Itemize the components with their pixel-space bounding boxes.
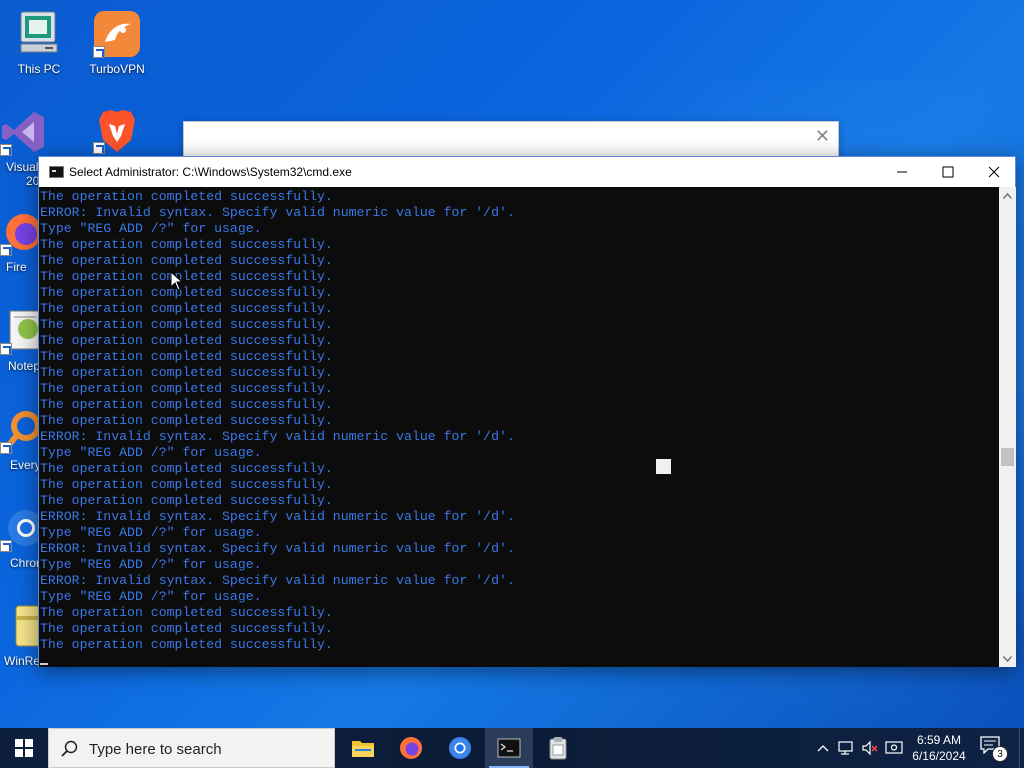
desktop-icon-turbovpn[interactable]: TurboVPN bbox=[79, 6, 155, 94]
chevron-up-icon bbox=[817, 745, 829, 752]
console-line: Type "REG ADD /?" for usage. bbox=[40, 589, 262, 604]
firefox-icon bbox=[400, 737, 422, 759]
show-desktop-button[interactable] bbox=[1019, 728, 1024, 768]
console-line: The operation completed successfully. bbox=[40, 461, 333, 476]
console-line: ERROR: Invalid syntax. Specify valid num… bbox=[40, 541, 515, 556]
shortcut-arrow-icon bbox=[0, 540, 12, 552]
taskbar-file-explorer[interactable] bbox=[339, 728, 387, 768]
shortcut-arrow-icon bbox=[0, 144, 12, 156]
console-line: ERROR: Invalid syntax. Specify valid num… bbox=[40, 509, 515, 524]
shortcut-arrow-icon bbox=[93, 46, 105, 58]
desktop: This PC TurboVPN Visual 20 Fire Notep Ev… bbox=[0, 0, 1024, 728]
display-settings-icon bbox=[885, 741, 903, 754]
shortcut-arrow-icon bbox=[0, 244, 12, 256]
desktop-icon-label: This PC bbox=[17, 62, 61, 76]
cmd-app-icon bbox=[49, 166, 64, 178]
tray-display[interactable] bbox=[884, 728, 904, 768]
background-window[interactable]: ✕ bbox=[183, 121, 839, 161]
clock-time: 6:59 AM bbox=[916, 733, 962, 747]
console-line: The operation completed successfully. bbox=[40, 621, 333, 636]
close-button[interactable] bbox=[971, 157, 1017, 187]
console-line: The operation completed successfully. bbox=[40, 317, 333, 332]
close-icon[interactable]: ✕ bbox=[815, 126, 830, 147]
console-line: The operation completed successfully. bbox=[40, 605, 333, 620]
cmd-titlebar[interactable]: Select Administrator: C:\Windows\System3… bbox=[39, 157, 1015, 187]
desktop-icon-this-pc[interactable]: This PC bbox=[1, 6, 77, 94]
console-line: The operation completed successfully. bbox=[40, 253, 333, 268]
console-line: Type "REG ADD /?" for usage. bbox=[40, 445, 262, 460]
scroll-up-button[interactable] bbox=[999, 187, 1016, 204]
windows-logo-icon bbox=[15, 739, 33, 757]
vertical-scrollbar[interactable] bbox=[999, 187, 1016, 667]
console-line: The operation completed successfully. bbox=[40, 637, 333, 652]
console-output[interactable]: The operation completed successfully. ERR… bbox=[39, 187, 999, 667]
taskbar: Type here to search 6:59 AM 6/16/2024 3 bbox=[0, 728, 1024, 768]
taskbar-clock[interactable]: 6:59 AM 6/16/2024 bbox=[906, 732, 972, 764]
console-line: Type "REG ADD /?" for usage. bbox=[40, 525, 262, 540]
clock-date: 6/16/2024 bbox=[912, 749, 966, 763]
console-line: Type "REG ADD /?" for usage. bbox=[40, 221, 262, 236]
chevron-down-icon bbox=[1003, 655, 1012, 662]
console-line: The operation completed successfully. bbox=[40, 237, 333, 252]
this-pc-icon bbox=[15, 10, 63, 58]
window-title: Select Administrator: C:\Windows\System3… bbox=[69, 165, 352, 179]
taskbar-chrome[interactable] bbox=[436, 728, 484, 768]
tray-volume[interactable] bbox=[860, 728, 880, 768]
chrome-icon bbox=[449, 737, 471, 759]
console-line: The operation completed successfully. bbox=[40, 365, 333, 380]
console-line: Type "REG ADD /?" for usage. bbox=[40, 557, 262, 572]
cmd-icon bbox=[497, 738, 521, 758]
notification-count-badge: 3 bbox=[992, 746, 1008, 762]
desktop-icon-label: TurboVPN bbox=[89, 62, 145, 76]
console-line: The operation completed successfully. bbox=[40, 333, 333, 348]
volume-muted-icon bbox=[862, 740, 878, 756]
action-center-button[interactable]: 3 bbox=[980, 736, 1008, 762]
shortcut-arrow-icon bbox=[0, 343, 12, 355]
tray-network[interactable] bbox=[836, 728, 856, 768]
maximize-icon bbox=[942, 166, 954, 178]
search-placeholder: Type here to search bbox=[89, 741, 222, 758]
text-cursor bbox=[40, 663, 48, 665]
start-button[interactable] bbox=[0, 728, 48, 768]
console-line: The operation completed successfully. bbox=[40, 269, 333, 284]
show-hidden-icons-button[interactable] bbox=[814, 728, 832, 768]
console-line: The operation completed successfully. bbox=[40, 285, 333, 300]
console-line: The operation completed successfully. bbox=[40, 477, 333, 492]
console-line: The operation completed successfully. bbox=[40, 397, 333, 412]
console-line: ERROR: Invalid syntax. Specify valid num… bbox=[40, 573, 515, 588]
selection-marker bbox=[656, 459, 671, 474]
minimize-button[interactable] bbox=[879, 157, 925, 187]
visual-studio-icon bbox=[0, 108, 48, 156]
cmd-window[interactable]: Select Administrator: C:\Windows\System3… bbox=[38, 156, 1016, 667]
taskbar-cmd[interactable] bbox=[485, 728, 533, 768]
shortcut-arrow-icon bbox=[0, 442, 12, 454]
close-icon bbox=[988, 166, 1000, 178]
console-line: The operation completed successfully. bbox=[40, 413, 333, 428]
console-line: ERROR: Invalid syntax. Specify valid num… bbox=[40, 429, 515, 444]
turbovpn-icon bbox=[93, 10, 141, 58]
minimize-icon bbox=[897, 171, 907, 173]
taskbar-search-box[interactable]: Type here to search bbox=[48, 728, 335, 768]
chevron-up-icon bbox=[1003, 192, 1012, 199]
console-line: The operation completed successfully. bbox=[40, 189, 333, 204]
console-line: ERROR: Invalid syntax. Specify valid num… bbox=[40, 205, 515, 220]
scroll-down-button[interactable] bbox=[999, 650, 1016, 667]
search-icon bbox=[61, 740, 78, 757]
mouse-pointer-icon bbox=[170, 271, 184, 291]
console-line: The operation completed successfully. bbox=[40, 349, 333, 364]
maximize-button[interactable] bbox=[925, 157, 971, 187]
taskbar-clipboard-app[interactable] bbox=[534, 728, 582, 768]
scrollbar-thumb[interactable] bbox=[1001, 448, 1014, 466]
console-line: The operation completed successfully. bbox=[40, 381, 333, 396]
console-line: The operation completed successfully. bbox=[40, 301, 333, 316]
console-line: The operation completed successfully. bbox=[40, 493, 333, 508]
taskbar-firefox[interactable] bbox=[387, 728, 435, 768]
file-explorer-icon bbox=[352, 741, 374, 757]
shortcut-arrow-icon bbox=[93, 142, 105, 154]
brave-icon bbox=[93, 106, 141, 154]
network-icon bbox=[838, 741, 853, 755]
clipboard-app-icon bbox=[549, 737, 567, 760]
